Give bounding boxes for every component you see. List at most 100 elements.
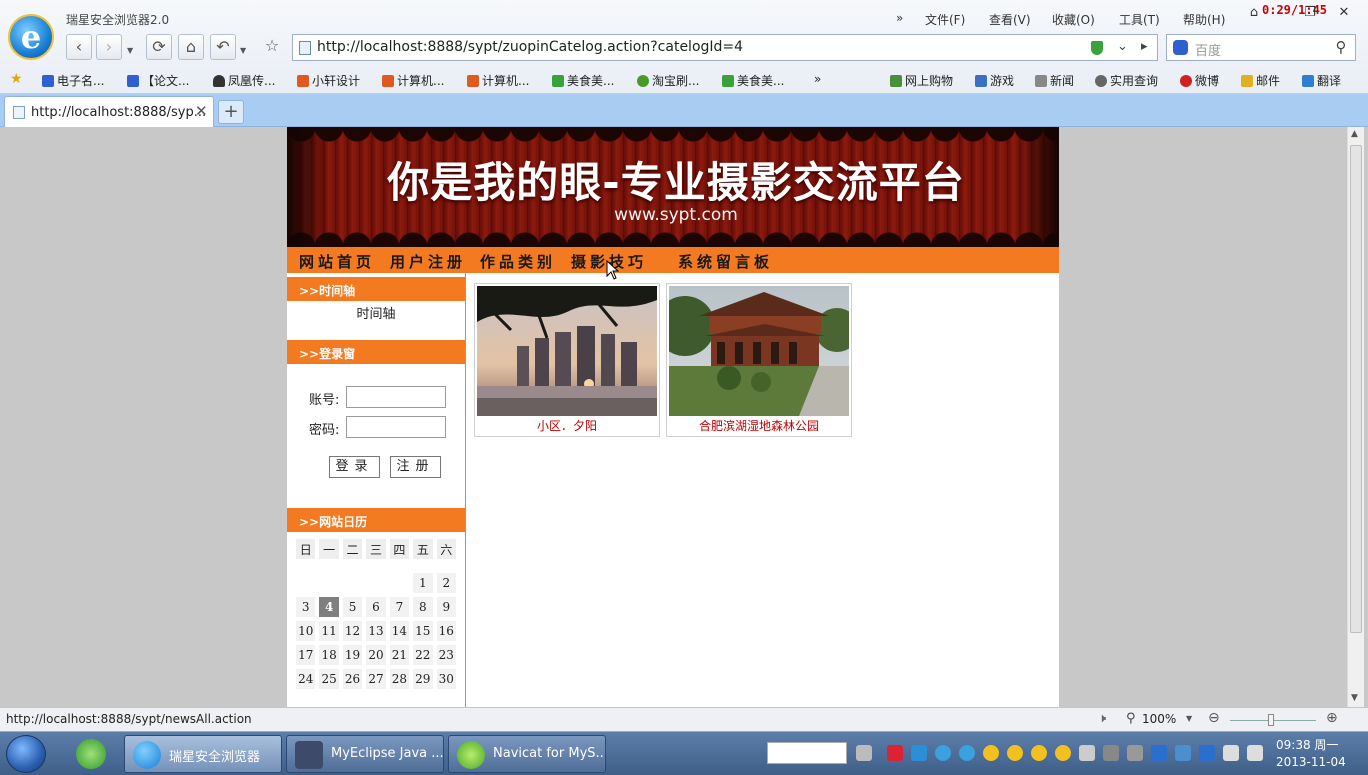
keyboard-icon[interactable] xyxy=(856,745,872,761)
tab-label[interactable]: http://localhost:8888/syp... xyxy=(31,105,206,120)
password-input[interactable] xyxy=(346,416,446,438)
zoom-level[interactable]: 100% xyxy=(1142,712,1176,726)
go-icon[interactable]: ▸ xyxy=(1141,39,1148,54)
zoom-out-icon[interactable]: ⊖ xyxy=(1208,710,1220,726)
tray-app-icon[interactable] xyxy=(1175,745,1191,761)
bookmark-games[interactable]: 游戏 xyxy=(975,72,1014,89)
tray-app-icon[interactable] xyxy=(887,745,903,761)
photo-sunset-residential[interactable] xyxy=(477,286,657,416)
start-button[interactable] xyxy=(6,735,46,773)
bookmark-item[interactable]: 计算机... xyxy=(382,72,444,89)
bookmark-item[interactable]: 凤凰传... xyxy=(213,72,275,89)
tray-app-icon[interactable] xyxy=(935,745,951,761)
tray-app-icon[interactable] xyxy=(959,745,975,761)
baidu-paw-icon[interactable] xyxy=(1173,40,1188,55)
bookmark-item[interactable]: 【论文... xyxy=(127,72,189,89)
menu-help[interactable]: 帮助(H) xyxy=(1183,11,1225,28)
site-banner: 你是我的眼-专业摄影交流平台 www.sypt.com xyxy=(287,127,1059,247)
menu-file[interactable]: 文件(F) xyxy=(925,11,965,28)
gallery-item[interactable]: 合肥滨湖湿地森林公园 xyxy=(666,283,852,437)
bookmark-item[interactable]: 淘宝刷... xyxy=(637,72,699,89)
news-icon xyxy=(1035,75,1047,87)
quicklaunch-browser-icon[interactable] xyxy=(76,739,106,769)
close-window-icon[interactable]: ✕ xyxy=(1336,6,1352,20)
address-dropdown-icon[interactable]: ⌄ xyxy=(1117,39,1128,54)
scroll-up-icon[interactable]: ▲ xyxy=(1351,129,1358,139)
bookmark-translate[interactable]: 翻译 xyxy=(1302,72,1341,89)
bookmark-item[interactable]: 美食美... xyxy=(722,72,784,89)
zoom-in-icon[interactable]: ⊕ xyxy=(1326,710,1338,726)
shield-icon[interactable] xyxy=(1199,745,1215,761)
bookmark-weibo[interactable]: 微博 xyxy=(1180,72,1219,89)
scroll-down-icon[interactable]: ▼ xyxy=(1351,693,1358,703)
qq-icon[interactable] xyxy=(1055,745,1071,761)
register-button[interactable]: 注册 xyxy=(390,456,441,478)
bookmark-item[interactable]: 电子名... xyxy=(42,72,104,89)
undo-dropdown-icon[interactable]: ▼ xyxy=(240,46,246,55)
login-button[interactable]: 登录 xyxy=(329,456,380,478)
bookmark-mail[interactable]: 邮件 xyxy=(1241,72,1280,89)
qq-icon[interactable] xyxy=(1007,745,1023,761)
nav-home[interactable]: 网站首页 xyxy=(299,251,375,272)
nav-guestbook[interactable]: 系统留言板 xyxy=(678,251,773,272)
favorites-star-icon[interactable]: ★ xyxy=(10,71,23,87)
tray-app-icon[interactable] xyxy=(1103,745,1119,761)
menu-view[interactable]: 查看(V) xyxy=(989,11,1031,28)
bookmark-news[interactable]: 新闻 xyxy=(1035,72,1074,89)
favorite-star-icon[interactable]: ☆ xyxy=(259,34,285,60)
network-icon[interactable] xyxy=(1223,745,1239,761)
gallery-caption[interactable]: 小区．夕阳 xyxy=(475,417,659,434)
app-title: 瑞星安全浏览器2.0 xyxy=(66,13,170,27)
vertical-scrollbar[interactable]: ▲ ▼ xyxy=(1347,127,1364,707)
pin-icon[interactable]: ⌂ xyxy=(1246,6,1262,20)
tab-active[interactable]: http://localhost:8888/syp... ✕ xyxy=(4,96,214,127)
bookmark-lookup[interactable]: 实用查询 xyxy=(1095,72,1158,89)
history-dropdown-icon[interactable]: ▼ xyxy=(127,46,133,55)
zoom-dropdown-icon[interactable]: ▼ xyxy=(1186,714,1192,723)
forward-button[interactable]: › xyxy=(96,34,122,60)
bookmark-item[interactable]: 计算机... xyxy=(467,72,529,89)
system-clock[interactable]: 09:38 周一 2013-11-04 xyxy=(1276,737,1346,771)
scroll-thumb[interactable] xyxy=(1350,145,1362,633)
gallery-caption[interactable]: 合肥滨湖湿地森林公园 xyxy=(667,417,851,434)
menu-more[interactable]: » xyxy=(896,11,903,25)
search-icon[interactable]: ⚲ xyxy=(1329,37,1353,58)
address-bar[interactable]: http://localhost:8888/sypt/zuopinCatelog… xyxy=(292,34,1158,61)
taskbar-search-input[interactable] xyxy=(767,742,847,764)
new-tab-button[interactable]: + xyxy=(218,100,244,124)
address-url[interactable]: http://localhost:8888/sypt/zuopinCatelog… xyxy=(317,39,743,55)
gallery-item[interactable]: 小区．夕阳 xyxy=(474,283,660,437)
close-tab-icon[interactable]: ✕ xyxy=(195,102,208,120)
maximize-icon[interactable]: ❐ xyxy=(1302,6,1318,20)
qq-icon[interactable] xyxy=(1031,745,1047,761)
zoom-slider-knob[interactable] xyxy=(1268,714,1274,726)
nav-categories[interactable]: 作品类别 xyxy=(480,251,556,272)
taskbar-browser[interactable]: 瑞星安全浏览器 xyxy=(124,735,282,773)
bookmark-shopping[interactable]: 网上购物 xyxy=(890,72,953,89)
nav-register[interactable]: 用户注册 xyxy=(390,251,466,272)
menu-tools[interactable]: 工具(T) xyxy=(1119,11,1160,28)
home-button[interactable]: ⌂ xyxy=(178,34,204,60)
security-shield-icon[interactable] xyxy=(1091,41,1103,55)
refresh-button[interactable]: ⟳ xyxy=(146,34,172,60)
bookmarks-more[interactable]: » xyxy=(814,72,821,86)
zoom-icon[interactable]: ⚲ xyxy=(1126,711,1136,726)
undo-close-button[interactable]: ↶ xyxy=(210,34,236,60)
search-placeholder[interactable]: 百度 xyxy=(1195,40,1221,59)
photo-wetland-park[interactable] xyxy=(669,286,849,416)
volume-icon[interactable] xyxy=(1247,745,1263,761)
bookmark-item[interactable]: 小轩设计 xyxy=(297,72,360,89)
speaker-icon[interactable]: 🕨 xyxy=(1098,711,1106,726)
account-input[interactable] xyxy=(346,386,446,408)
taskbar-myeclipse[interactable]: MyEclipse Java ... xyxy=(286,735,444,773)
qq-icon[interactable] xyxy=(983,745,999,761)
back-button[interactable]: ‹ xyxy=(66,34,92,60)
tray-app-icon[interactable] xyxy=(1079,745,1095,761)
bookmark-item[interactable]: 美食美... xyxy=(552,72,614,89)
tray-app-icon[interactable] xyxy=(1127,745,1143,761)
tray-search-icon[interactable] xyxy=(911,745,927,761)
search-box[interactable]: 百度 ⚲ xyxy=(1166,34,1356,61)
taskbar-navicat[interactable]: Navicat for MyS... xyxy=(448,735,606,773)
menu-favorites[interactable]: 收藏(O) xyxy=(1052,11,1095,28)
tray-app-icon[interactable] xyxy=(1151,745,1167,761)
